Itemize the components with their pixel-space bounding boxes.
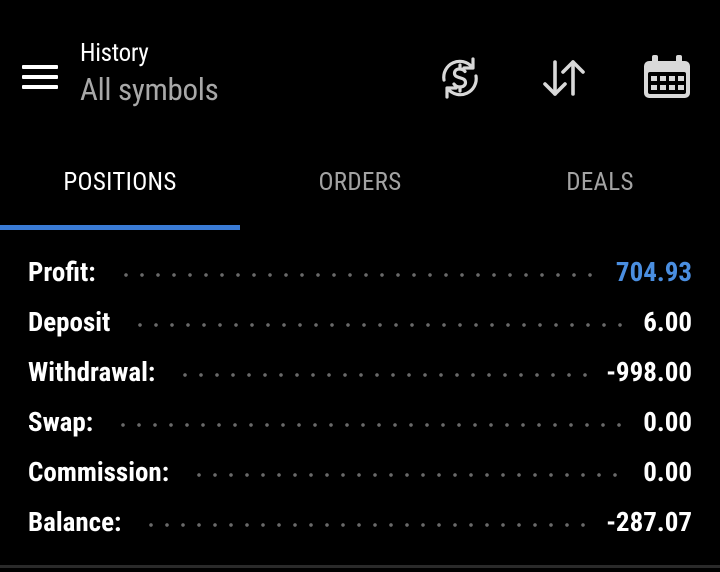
summary-row-profit: Profit: 704.93 [28, 247, 692, 297]
symbol-selector[interactable]: History All symbols [80, 38, 219, 110]
dotted-leader [115, 423, 628, 427]
summary-label: Balance: [28, 506, 122, 538]
dotted-leader [117, 273, 600, 277]
dotted-leader [143, 523, 591, 527]
summary-value: -287.07 [606, 506, 692, 538]
summary-row-balance: Balance: -287.07 [28, 497, 692, 547]
sort-arrows-icon[interactable] [536, 50, 592, 106]
summary-label: Withdrawal: [28, 356, 156, 388]
summary-value: 704.93 [615, 256, 692, 288]
hamburger-menu-icon[interactable] [14, 56, 66, 100]
app-header: History All symbols [0, 0, 720, 150]
tab-orders[interactable]: ORDERS [240, 150, 480, 230]
menu-bar [22, 65, 58, 69]
menu-bar [22, 75, 58, 79]
summary-row-deposit: Deposit 6.00 [28, 297, 692, 347]
summary-row-commission: Commission: 0.00 [28, 447, 692, 497]
summary-label: Swap: [28, 406, 94, 438]
divider [0, 565, 720, 568]
currency-exchange-icon[interactable] [432, 50, 488, 106]
active-tab-indicator [0, 225, 240, 230]
summary-value: 0.00 [643, 456, 692, 488]
symbol-filter-label: All symbols [80, 71, 219, 108]
menu-bar [22, 85, 58, 89]
calendar-icon[interactable] [639, 50, 695, 106]
tab-positions[interactable]: POSITIONS [0, 150, 240, 230]
history-tabs: POSITIONS ORDERS DEALS [0, 150, 720, 230]
page-title: History [80, 39, 149, 68]
dotted-leader [191, 473, 628, 477]
dotted-leader [132, 323, 628, 327]
summary-row-swap: Swap: 0.00 [28, 397, 692, 447]
summary-value: 0.00 [643, 406, 692, 438]
tab-deals[interactable]: DEALS [480, 150, 720, 230]
summary-value: 6.00 [643, 306, 692, 338]
summary-row-withdrawal: Withdrawal: -998.00 [28, 347, 692, 397]
summary-label: Commission: [28, 456, 170, 488]
summary-value: -998.00 [606, 356, 692, 388]
summary-label: Profit: [28, 256, 96, 288]
summary-panel: Profit: 704.93 Deposit 6.00 Withdrawal: … [28, 247, 692, 547]
dotted-leader [177, 373, 591, 377]
summary-label: Deposit [28, 306, 111, 338]
